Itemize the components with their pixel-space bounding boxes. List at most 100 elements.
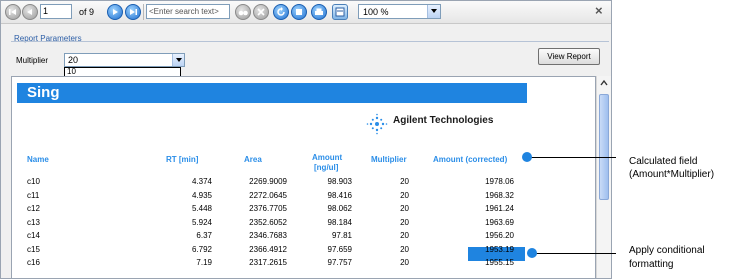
cell-multiplier: 20 — [400, 204, 409, 213]
report-canvas: Sing Agilent Technologies Name RT [min] … — [11, 76, 596, 278]
callout-conditional-line2: formatting — [629, 259, 674, 270]
cell-name: c12 — [27, 204, 40, 213]
report-title: Sing — [27, 84, 60, 101]
column-header-name: Name — [27, 155, 49, 164]
cell-amount-corrected: 1955.15 — [485, 258, 514, 267]
multiplier-select[interactable]: 20 — [64, 53, 185, 67]
scroll-up-icon[interactable] — [599, 78, 609, 88]
column-header-amount-unit: [ng/ul] — [314, 163, 339, 172]
refresh-button[interactable] — [273, 4, 289, 20]
cell-multiplier: 20 — [400, 177, 409, 186]
cell-amount: 98.062 — [327, 204, 352, 213]
cell-rt: 6.37 — [196, 231, 212, 240]
previous-page-button[interactable] — [22, 4, 38, 20]
column-header-multiplier: Multiplier — [371, 155, 407, 164]
column-header-rt: RT [min] — [166, 155, 199, 164]
cell-multiplier: 20 — [400, 217, 409, 227]
next-page-button[interactable] — [107, 4, 123, 20]
cell-name: c16 — [27, 258, 40, 267]
column-header-amount-corrected: Amount (corrected) — [433, 155, 508, 164]
cell-amount-corrected: 1953.19 — [485, 244, 514, 254]
cell-rt: 7.19 — [196, 258, 212, 267]
callout-marker-conditional — [527, 248, 537, 258]
page-count-label: of 9 — [79, 7, 95, 17]
report-viewer-window: 1 of 9 <Enter search text> 100 % × Repor… — [0, 0, 612, 279]
search-input[interactable]: <Enter search text> — [146, 4, 230, 19]
cell-area: 2366.4912 — [249, 244, 287, 254]
cell-multiplier: 20 — [400, 244, 409, 254]
cell-rt: 5.924 — [191, 217, 212, 227]
column-header-amount: Amount — [312, 153, 343, 162]
clear-search-button[interactable] — [253, 4, 269, 20]
column-header-area: Area — [244, 155, 262, 164]
callout-calculated-line2: (Amount*Multiplier) — [629, 169, 715, 180]
close-button[interactable]: × — [595, 3, 603, 18]
first-page-button[interactable] — [5, 4, 21, 20]
scrollbar-thumb[interactable] — [599, 94, 609, 200]
zoom-select[interactable]: 100 % — [358, 4, 441, 19]
cell-amount: 97.757 — [327, 258, 352, 267]
vertical-scrollbar[interactable] — [596, 76, 611, 278]
next-page-icon — [113, 9, 118, 15]
cell-amount: 98.184 — [327, 217, 352, 227]
cell-amount: 97.659 — [327, 244, 352, 254]
cell-rt: 6.792 — [191, 244, 212, 254]
cell-amount: 98.416 — [327, 190, 352, 200]
cell-area: 2269.9009 — [249, 177, 287, 186]
cell-area: 2376.7705 — [249, 204, 287, 213]
close-icon — [257, 8, 265, 16]
last-page-button[interactable] — [125, 4, 141, 20]
multiplier-label: Multiplier — [16, 56, 49, 65]
export-button[interactable] — [291, 4, 307, 20]
printer-icon — [315, 8, 323, 15]
find-button[interactable] — [235, 4, 251, 20]
multiplier-dropdown-button[interactable] — [172, 54, 184, 66]
first-page-icon — [9, 9, 16, 15]
view-report-button[interactable]: View Report — [538, 48, 600, 65]
zoom-value: 100 % — [363, 7, 389, 17]
callout-marker-calculated — [522, 152, 532, 162]
chevron-down-icon — [431, 9, 437, 13]
cell-amount-corrected: 1963.69 — [485, 217, 514, 227]
cell-area: 2346.7683 — [249, 231, 287, 240]
page-number-input[interactable]: 1 — [40, 4, 72, 19]
export-icon — [296, 9, 302, 15]
cell-amount-corrected: 1961.24 — [485, 204, 514, 213]
zoom-dropdown-button[interactable] — [427, 5, 440, 18]
callout-line-calculated — [527, 157, 616, 158]
refresh-icon — [277, 7, 285, 16]
company-logo-text: Agilent Technologies — [393, 115, 494, 126]
cell-amount-corrected: 1978.06 — [485, 177, 514, 186]
callout-line-conditional — [532, 253, 616, 254]
cell-amount: 98.903 — [327, 177, 352, 186]
callout-calculated-line1: Calculated field — [629, 156, 698, 167]
agilent-logo-icon — [366, 113, 388, 135]
cell-name: c11 — [27, 190, 40, 200]
cell-amount: 97.81 — [331, 231, 352, 240]
report-title-banner: Sing — [17, 83, 527, 103]
cell-name: c10 — [27, 177, 40, 186]
page-layout-icon — [335, 7, 345, 17]
cell-amount-corrected: 1968.32 — [485, 190, 514, 200]
previous-page-icon — [27, 9, 32, 15]
cell-name: c13 — [27, 217, 40, 227]
cell-rt: 4.374 — [191, 177, 212, 186]
last-page-icon — [130, 9, 137, 15]
binoculars-icon — [238, 10, 248, 16]
cell-rt: 5.448 — [191, 204, 212, 213]
report-toolbar: 1 of 9 <Enter search text> 100 % × — [1, 1, 611, 24]
multiplier-option-10[interactable]: 10 — [65, 68, 180, 76]
cell-name: c14 — [27, 231, 40, 240]
cell-area: 2352.6052 — [249, 217, 287, 227]
cell-multiplier: 20 — [400, 231, 409, 240]
cell-area: 2317.2615 — [249, 258, 287, 267]
callout-conditional-line1: Apply conditional — [629, 245, 705, 256]
chevron-down-icon — [176, 58, 182, 62]
page-setup-button[interactable] — [332, 4, 348, 20]
toolbar-separator — [143, 4, 144, 20]
cell-multiplier: 20 — [400, 190, 409, 200]
multiplier-value: 20 — [68, 55, 79, 65]
print-button[interactable] — [311, 4, 327, 20]
cell-rt: 4.935 — [191, 190, 212, 200]
cell-area: 2272.0645 — [249, 190, 287, 200]
